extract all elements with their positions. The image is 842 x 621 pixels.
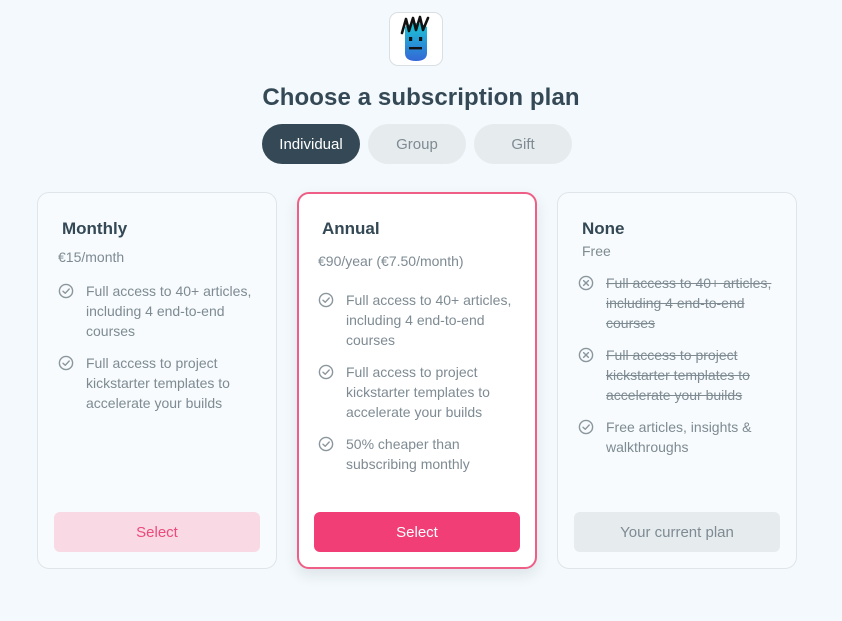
x-circle-icon xyxy=(578,275,594,291)
feature-text: Full access to project kickstarter templ… xyxy=(346,364,490,420)
feature-text: Full access to 40+ articles, including 4… xyxy=(346,292,512,348)
select-monthly-button[interactable]: Select xyxy=(54,512,260,552)
plan-card-none: None Free Full access to 40+ articles, i… xyxy=(557,192,797,569)
feature-text: Free articles, insights & walkthroughs xyxy=(606,419,752,455)
feature-item: Full access to project kickstarter templ… xyxy=(578,345,786,405)
feature-item: Full access to 40+ articles, including 4… xyxy=(318,290,525,350)
feature-item: Full access to project kickstarter templ… xyxy=(58,353,266,413)
app-logo xyxy=(389,12,443,66)
plan-type-tabs: Individual Group Gift xyxy=(262,124,572,164)
character-logo-icon xyxy=(400,15,430,61)
feature-list: Full access to 40+ articles, including 4… xyxy=(578,273,786,469)
plan-card-annual: Annual €90/year (€7.50/month) Full acces… xyxy=(297,192,537,569)
x-circle-icon xyxy=(578,347,594,363)
plan-name: Monthly xyxy=(62,219,128,238)
plan-card-monthly: Monthly €15/month Full access to 40+ art… xyxy=(37,192,277,569)
plan-price: €15/month xyxy=(58,249,125,265)
feature-list: Full access to 40+ articles, including 4… xyxy=(58,281,266,425)
tab-group[interactable]: Group xyxy=(368,124,466,164)
current-plan-button: Your current plan xyxy=(574,512,780,552)
plan-name: None xyxy=(582,219,625,238)
tab-individual[interactable]: Individual xyxy=(262,124,360,164)
check-circle-icon xyxy=(578,419,594,435)
feature-item: Full access to 40+ articles, including 4… xyxy=(58,281,266,341)
feature-item: Free articles, insights & walkthroughs xyxy=(578,417,786,457)
check-circle-icon xyxy=(318,364,334,380)
plan-price: Free xyxy=(582,243,611,259)
page-title: Choose a subscription plan xyxy=(262,84,580,111)
tab-gift[interactable]: Gift xyxy=(474,124,572,164)
feature-text: Full access to 40+ articles, including 4… xyxy=(86,283,252,339)
check-circle-icon xyxy=(318,292,334,308)
plan-name: Annual xyxy=(322,219,380,238)
feature-text: Full access to project kickstarter templ… xyxy=(606,347,750,403)
feature-text: 50% cheaper than subscribing monthly xyxy=(346,436,470,472)
feature-list: Full access to 40+ articles, including 4… xyxy=(318,290,525,486)
feature-item: 50% cheaper than subscribing monthly xyxy=(318,434,525,474)
plan-price: €90/year (€7.50/month) xyxy=(318,253,464,269)
feature-text: Full access to project kickstarter templ… xyxy=(86,355,230,411)
feature-item: Full access to 40+ articles, including 4… xyxy=(578,273,786,333)
feature-item: Full access to project kickstarter templ… xyxy=(318,362,525,422)
check-circle-icon xyxy=(318,436,334,452)
check-circle-icon xyxy=(58,283,74,299)
select-annual-button[interactable]: Select xyxy=(314,512,520,552)
feature-text: Full access to 40+ articles, including 4… xyxy=(606,275,772,331)
check-circle-icon xyxy=(58,355,74,371)
